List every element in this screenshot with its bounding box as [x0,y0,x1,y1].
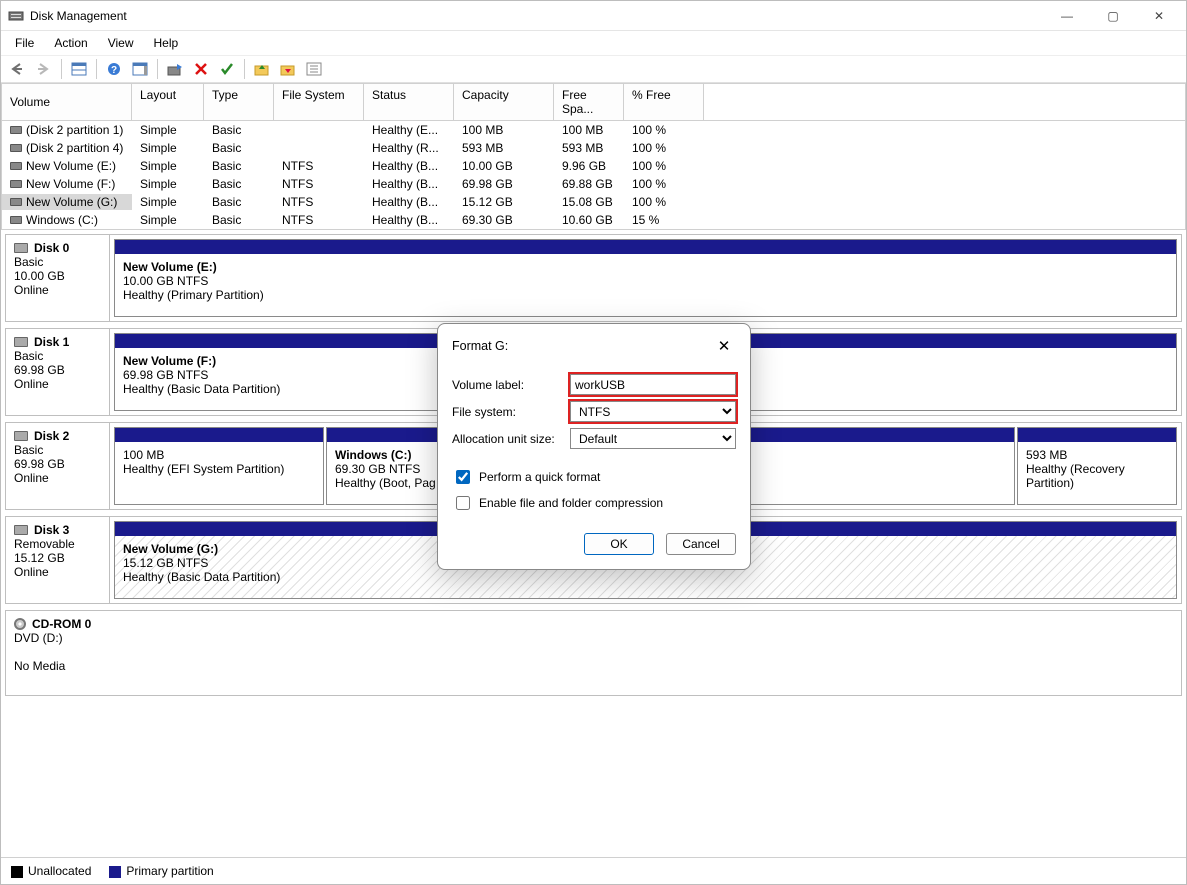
hard-disk-icon [14,243,28,253]
col-volume[interactable]: Volume [2,84,132,120]
hard-disk-icon [14,525,28,535]
app-icon [8,8,24,24]
toolbar-action-icon[interactable] [164,58,186,80]
quick-format-label: Perform a quick format [479,470,600,484]
allocation-size-select[interactable]: Default [570,428,736,449]
allocation-size-label: Allocation unit size: [452,432,570,446]
cdrom-label: CD-ROM 0 DVD (D:) No Media [6,611,1181,695]
disk-1-label: Disk 1 Basic 69.98 GB Online [6,329,110,415]
menubar: File Action View Help [1,31,1186,55]
col-type[interactable]: Type [204,84,274,120]
legend: Unallocated Primary partition [1,857,1186,884]
ok-button[interactable]: OK [584,533,654,555]
cdrom-row[interactable]: CD-ROM 0 DVD (D:) No Media [5,610,1182,696]
quick-format-checkbox[interactable] [456,470,470,484]
dialog-close-button[interactable]: ✕ [712,334,736,358]
help-icon[interactable]: ? [103,58,125,80]
col-layout[interactable]: Layout [132,84,204,120]
volume-row[interactable]: (Disk 2 partition 4)SimpleBasicHealthy (… [2,139,1185,157]
close-window-button[interactable]: ✕ [1136,1,1182,31]
forward-button[interactable] [33,58,55,80]
toolbar-check-icon[interactable] [216,58,238,80]
toolbar-folder-down-icon[interactable] [277,58,299,80]
cdrom-icon [14,618,26,630]
delete-icon[interactable] [190,58,212,80]
minimize-button[interactable]: — [1044,1,1090,31]
file-system-label: File system: [452,405,570,419]
volume-label-label: Volume label: [452,378,570,392]
menu-action[interactable]: Action [46,34,95,52]
volume-row[interactable]: New Volume (E:)SimpleBasicNTFSHealthy (B… [2,157,1185,175]
volume-icon [10,180,22,188]
volume-list-header: Volume Layout Type File System Status Ca… [2,84,1185,121]
disk-2-partition-0[interactable]: 100 MBHealthy (EFI System Partition) [114,427,324,505]
volume-row[interactable]: (Disk 2 partition 1)SimpleBasicHealthy (… [2,121,1185,139]
volume-list: Volume Layout Type File System Status Ca… [1,83,1186,230]
toolbar-properties-icon[interactable] [303,58,325,80]
col-percent-free[interactable]: % Free [624,84,704,120]
col-status[interactable]: Status [364,84,454,120]
file-system-select[interactable]: NTFS [570,401,736,422]
back-button[interactable] [7,58,29,80]
toolbar-folder-up-icon[interactable] [251,58,273,80]
legend-primary: Primary partition [109,864,213,878]
menu-help[interactable]: Help [146,34,187,52]
dialog-title: Format G: [452,339,508,353]
toolbar: ? [1,55,1186,83]
cancel-button[interactable]: Cancel [666,533,736,555]
hard-disk-icon [14,337,28,347]
col-filesystem[interactable]: File System [274,84,364,120]
volume-row[interactable]: New Volume (G:)SimpleBasicNTFSHealthy (B… [2,193,1185,211]
maximize-button[interactable]: ▢ [1090,1,1136,31]
disk-3-label: Disk 3 Removable 15.12 GB Online [6,517,110,603]
col-capacity[interactable]: Capacity [454,84,554,120]
disk-0-row[interactable]: Disk 0 Basic 10.00 GB Online New Volume … [5,234,1182,322]
compression-checkbox[interactable] [456,496,470,510]
legend-unallocated: Unallocated [11,864,91,878]
volume-icon [10,162,22,170]
volume-label-input[interactable] [570,374,736,395]
disk-management-window: Disk Management — ▢ ✕ File Action View H… [0,0,1187,885]
volume-icon [10,144,22,152]
compression-label: Enable file and folder compression [479,496,663,510]
toolbar-panel-icon[interactable] [129,58,151,80]
disk-0-label: Disk 0 Basic 10.00 GB Online [6,235,110,321]
titlebar: Disk Management — ▢ ✕ [1,1,1186,31]
hard-disk-icon [14,431,28,441]
disk-2-partition-2[interactable]: 593 MBHealthy (Recovery Partition) [1017,427,1177,505]
disk-0-partition-0[interactable]: New Volume (E:)10.00 GB NTFSHealthy (Pri… [114,239,1177,317]
volume-row[interactable]: Windows (C:)SimpleBasicNTFSHealthy (B...… [2,211,1185,229]
menu-file[interactable]: File [7,34,42,52]
toolbar-views-icon[interactable] [68,58,90,80]
volume-icon [10,198,22,206]
volume-icon [10,216,22,224]
volume-row[interactable]: New Volume (F:)SimpleBasicNTFSHealthy (B… [2,175,1185,193]
volume-icon [10,126,22,134]
col-free[interactable]: Free Spa... [554,84,624,120]
app-title: Disk Management [30,9,127,23]
format-dialog: Format G: ✕ Volume label: File system: N… [437,323,751,570]
disk-2-label: Disk 2 Basic 69.98 GB Online [6,423,110,509]
menu-view[interactable]: View [100,34,142,52]
svg-text:?: ? [111,65,117,76]
